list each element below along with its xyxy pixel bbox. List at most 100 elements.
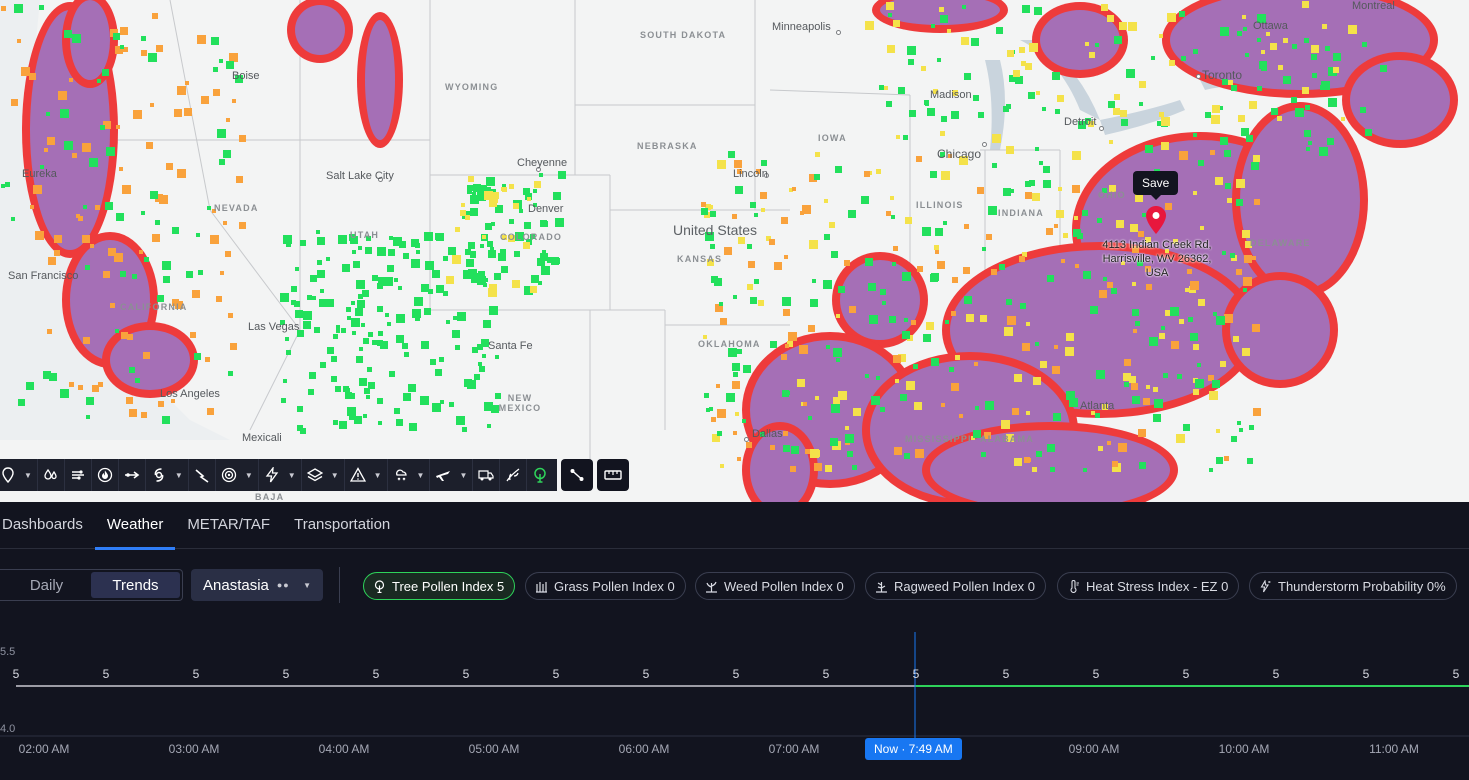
pollen-speckle	[1212, 380, 1220, 388]
pollen-speckle	[531, 275, 539, 283]
chip-heat-stress[interactable]: Heat Stress Index - EZ 0	[1057, 572, 1240, 600]
pollen-speckle	[1242, 15, 1246, 19]
radar-icon[interactable]: ▼	[216, 459, 259, 491]
truck-icon[interactable]	[473, 459, 501, 491]
city-label: Lincoln	[733, 168, 768, 180]
tab-bar: Dashboards Weather METAR/TAF Transportat…	[0, 502, 1469, 550]
pollen-speckle	[1277, 116, 1282, 121]
pollen-speckle	[770, 341, 777, 348]
pollen-speckle	[210, 235, 219, 244]
pollen-speckle	[190, 332, 196, 338]
pollen-speckle	[941, 116, 947, 122]
pollen-speckle	[836, 314, 840, 318]
pollen-speckle	[1159, 112, 1164, 117]
chip-ragweed-pollen[interactable]: Ragweed Pollen Index 0	[865, 572, 1046, 600]
pollen-speckle	[283, 379, 287, 383]
pollen-speckle	[1028, 92, 1035, 99]
pollen-speckle	[1193, 389, 1199, 395]
route-icon[interactable]	[561, 459, 594, 491]
trends-button[interactable]: Trends	[91, 572, 180, 598]
pollen-icon[interactable]	[500, 459, 528, 491]
tab-weather[interactable]: Weather	[94, 502, 176, 550]
tree-icon[interactable]	[527, 459, 553, 491]
pollen-speckle	[911, 320, 916, 325]
pollen-speckle	[709, 407, 713, 411]
pollen-speckle	[1224, 150, 1231, 157]
pollen-speckle	[232, 99, 236, 103]
pollen-speckle	[54, 250, 60, 256]
pollen-speckle	[541, 266, 550, 275]
pollen-speckle	[368, 332, 373, 337]
value-label: 5	[1182, 667, 1190, 681]
pollen-speckle	[229, 53, 238, 62]
pollen-speckle	[908, 59, 914, 65]
ruler-icon[interactable]	[597, 459, 630, 491]
lightning-icon[interactable]: ▼	[259, 459, 302, 491]
trend-chart[interactable]: 5.5 4.0 5 5 5 5 5 5 5 5 5 5 5 5 5 5 5 5 5 02:00 AM 03:00 …	[0, 632, 1469, 780]
pollen-speckle	[955, 355, 960, 360]
pollen-speckle	[399, 241, 406, 248]
save-tooltip[interactable]: Save	[1133, 171, 1179, 200]
pollen-speckle	[30, 205, 34, 209]
precipitation-icon[interactable]	[38, 459, 65, 491]
layers-icon[interactable]: ▼	[302, 459, 345, 491]
pollen-speckle	[141, 211, 145, 215]
city-label: Madison	[930, 89, 972, 101]
pollen-speckle	[172, 227, 179, 234]
pollen-speckle	[1292, 44, 1297, 49]
pollen-speckle	[1283, 76, 1291, 84]
tab-metar-taf[interactable]: METAR/TAF	[175, 502, 282, 549]
tab-dashboards[interactable]: Dashboards	[0, 502, 95, 549]
pollen-speckle	[1278, 65, 1283, 70]
chip-label: Tree Pollen Index 5	[392, 578, 505, 594]
chip-tree-pollen[interactable]: Tree Pollen Index 5	[363, 572, 516, 600]
pollen-speckle	[743, 365, 751, 373]
wind-direction-icon[interactable]	[119, 459, 146, 491]
tab-transportation[interactable]: Transportation	[282, 502, 402, 549]
lightning-strike-icon[interactable]	[189, 459, 216, 491]
pollen-speckle	[495, 355, 499, 359]
daily-button[interactable]: Daily	[2, 572, 91, 598]
pollen-speckle	[404, 352, 409, 357]
wind-icon[interactable]	[65, 459, 92, 491]
pollen-speckle	[907, 46, 916, 55]
pollen-speckle	[377, 306, 383, 312]
pollen-speckle	[1177, 374, 1182, 379]
pollen-speckle	[1032, 193, 1040, 201]
chip-weed-pollen[interactable]: Weed Pollen Index 0	[695, 572, 855, 600]
pollen-speckle	[86, 415, 90, 419]
pollen-speckle	[448, 247, 456, 255]
chip-grass-pollen[interactable]: Grass Pollen Index 0	[525, 572, 686, 600]
location-icon[interactable]: ▼	[0, 459, 38, 491]
pollen-speckle	[388, 249, 395, 256]
region-label: INDIANA	[998, 208, 1044, 218]
pollen-speckle	[421, 284, 429, 292]
pollen-speckle	[411, 239, 419, 247]
alert-icon[interactable]: ▼	[345, 459, 388, 491]
country-label: United States	[673, 222, 758, 238]
pollen-speckle	[156, 45, 163, 52]
fire-icon[interactable]	[92, 459, 119, 491]
map-view[interactable]: SOUTH DAKOTA WYOMING NEBRASKA IOWA ILLIN…	[0, 0, 1469, 502]
pollen-speckle	[1061, 259, 1065, 263]
pollen-speckle	[103, 271, 110, 278]
region-label: COLORADO	[500, 232, 563, 242]
pollen-speckle	[742, 419, 746, 423]
pollen-speckle	[398, 286, 402, 290]
winter-icon[interactable]: ▼	[388, 459, 431, 491]
pollen-speckle	[1124, 359, 1131, 366]
pollen-speckle	[1034, 7, 1042, 15]
hurricane-icon[interactable]: ▼	[146, 459, 189, 491]
pollen-speckle	[462, 427, 467, 432]
chip-thunderstorm-probability[interactable]: Thunderstorm Probability 0%	[1249, 572, 1457, 600]
pollen-speckle	[60, 389, 69, 398]
pollen-speckle	[409, 423, 417, 431]
location-marker-icon[interactable]	[1146, 206, 1166, 234]
pollen-speckle	[921, 66, 926, 71]
model-select[interactable]: Anastasia ●● ▼	[191, 569, 323, 601]
pollen-speckle	[1149, 337, 1158, 346]
aviation-icon[interactable]: ▼	[430, 459, 474, 491]
pollen-speckle	[121, 332, 128, 339]
pollen-speckle	[1311, 45, 1319, 53]
pollen-speckle	[830, 438, 838, 446]
